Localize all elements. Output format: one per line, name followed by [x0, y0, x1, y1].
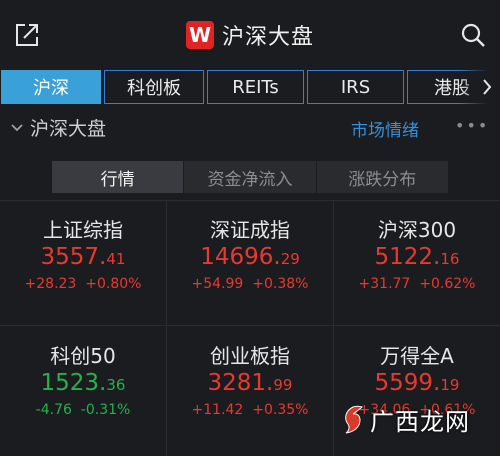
- app-title-group: W 沪深大盘: [0, 18, 500, 52]
- tabs-scroll-right[interactable]: [460, 70, 500, 104]
- index-price: 5599.19: [374, 370, 460, 396]
- index-price: 14696.29: [200, 244, 300, 270]
- index-change: +54.99 +0.38%: [191, 276, 309, 292]
- tab-kechuangban[interactable]: 科创板: [104, 70, 204, 104]
- index-name: 创业板指: [210, 344, 290, 368]
- dragon-logo-icon: [345, 405, 363, 433]
- index-price: 3557.41: [40, 244, 126, 270]
- index-price: 5122.16: [374, 244, 460, 270]
- index-card-shenzhen[interactable]: 深证成指 14696.29 +54.99 +0.38%: [167, 200, 333, 324]
- index-price: 3281.99: [207, 370, 293, 396]
- section-header: 沪深大盘 市场情绪 •••: [0, 112, 500, 142]
- top-bar: W 沪深大盘: [0, 0, 500, 68]
- chevron-right-icon: [483, 79, 492, 95]
- segment-distribution[interactable]: 涨跌分布: [317, 161, 448, 193]
- page-title: 沪深大盘: [221, 25, 314, 50]
- index-change: +11.42 +0.35%: [191, 402, 309, 418]
- index-card-star50[interactable]: 科创50 1523.36 -4.76 -0.31%: [0, 326, 166, 450]
- search-button[interactable]: [457, 19, 489, 51]
- tab-hushen[interactable]: 沪深: [1, 70, 101, 104]
- index-card-shanghai[interactable]: 上证综指 3557.41 +28.23 +0.80%: [0, 200, 166, 324]
- index-change: +28.23 +0.80%: [24, 276, 142, 292]
- index-price: 1523.36: [40, 370, 126, 396]
- index-card-chinext[interactable]: 创业板指 3281.99 +11.42 +0.35%: [167, 326, 333, 450]
- segment-quotes[interactable]: 行情: [52, 161, 185, 193]
- section-collapse-toggle[interactable]: 沪深大盘: [10, 114, 106, 141]
- view-segment-control: 行情 资金净流入 涨跌分布: [52, 161, 448, 193]
- tab-irs[interactable]: IRS: [307, 70, 404, 104]
- index-change: +31.77 +0.62%: [358, 276, 476, 292]
- section-title: 沪深大盘: [30, 118, 107, 140]
- index-card-csi300[interactable]: 沪深300 5122.16 +31.77 +0.62%: [334, 200, 500, 324]
- segment-net-inflow[interactable]: 资金净流入: [184, 161, 317, 193]
- index-name: 科创50: [50, 344, 116, 368]
- index-name: 上证综指: [43, 218, 123, 242]
- watermark: 广西龙网: [340, 402, 470, 437]
- chevron-down-icon: [11, 123, 23, 131]
- index-change: -4.76 -0.31%: [35, 402, 131, 418]
- wind-logo-icon: W: [185, 21, 214, 49]
- market-sentiment-link[interactable]: 市场情绪: [351, 116, 419, 141]
- watermark-text: 广西龙网: [370, 408, 470, 436]
- index-name: 万得全A: [380, 344, 454, 368]
- index-name: 深证成指: [210, 218, 290, 242]
- search-icon: [461, 23, 485, 47]
- tab-reits[interactable]: REITs: [207, 70, 304, 104]
- index-name: 沪深300: [377, 218, 457, 242]
- market-tabs: 沪深 科创板 REITs IRS 港股: [0, 70, 500, 106]
- more-icon[interactable]: •••: [455, 116, 489, 135]
